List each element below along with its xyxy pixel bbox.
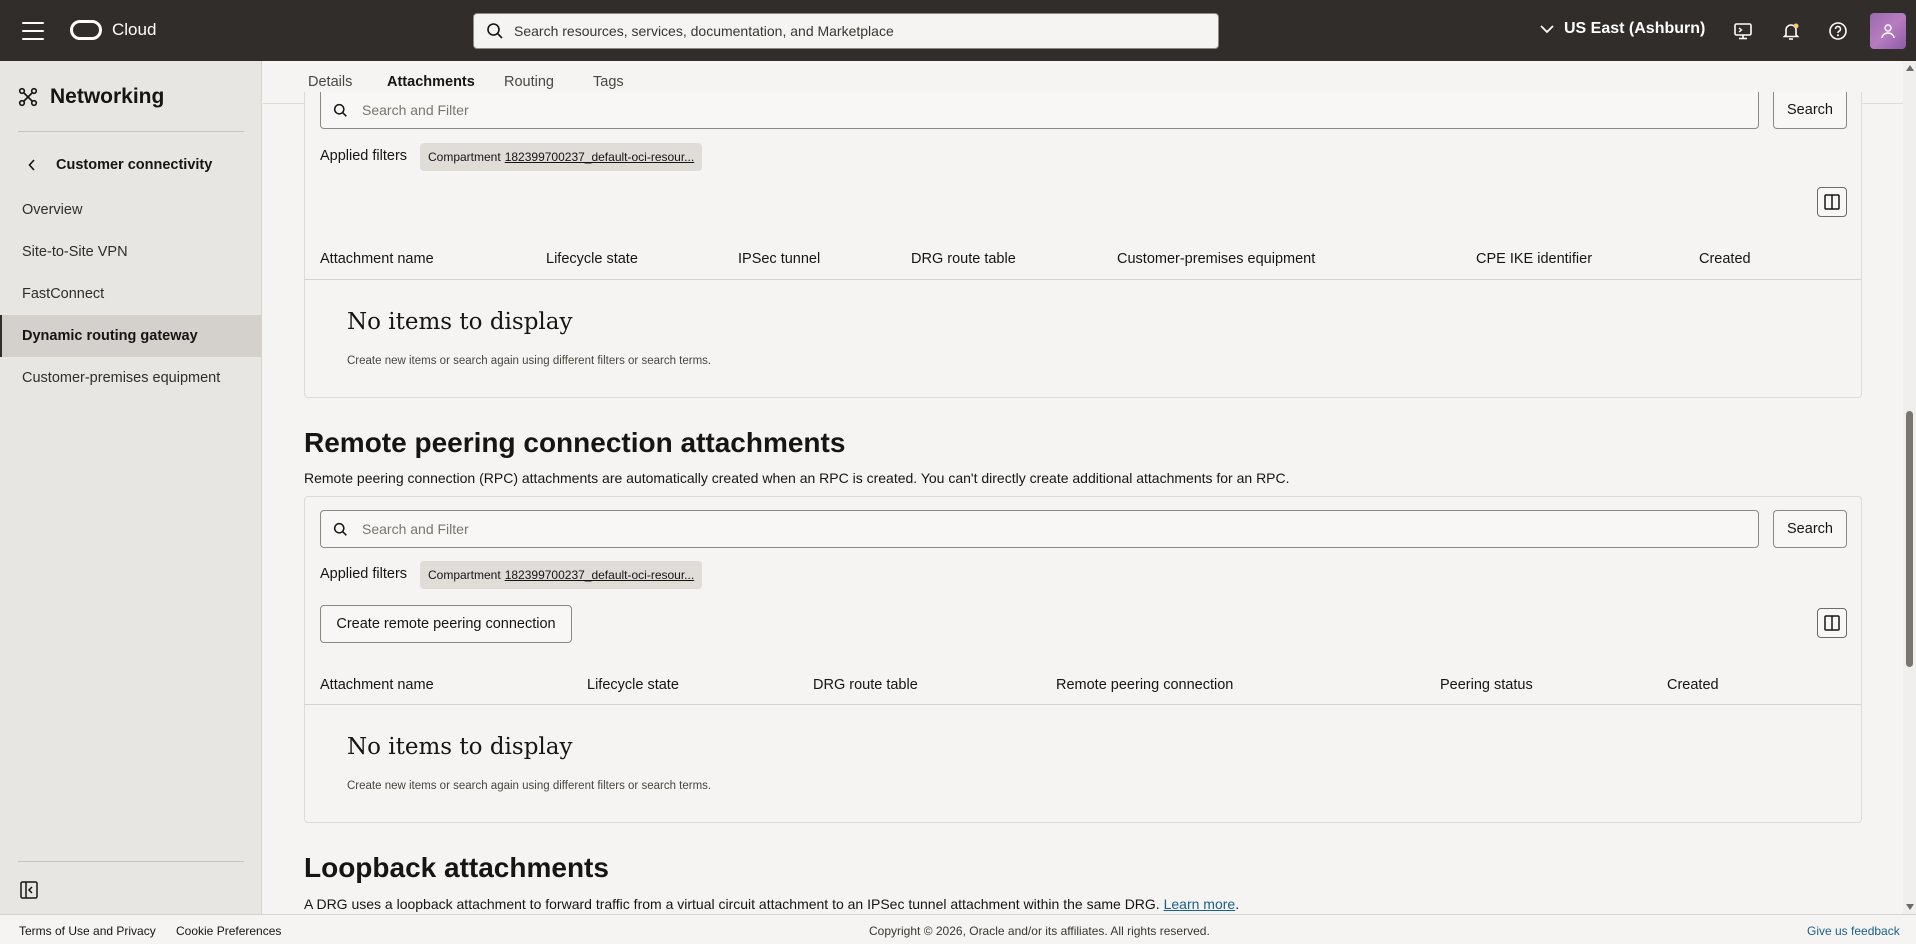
sidebar-item-site-to-site-vpn[interactable]: Site-to-Site VPN [0, 231, 261, 273]
chevron-down-icon [1540, 25, 1554, 34]
column-header[interactable]: IPSec tunnel [738, 251, 820, 267]
column-settings-button[interactable] [1817, 187, 1847, 217]
chip-label: Compartment [428, 568, 501, 582]
columns-icon [1824, 615, 1840, 631]
compartment-filter-chip[interactable]: Compartment 182399700237_default-oci-res… [420, 143, 703, 171]
column-header[interactable]: Created [1699, 251, 1751, 267]
footer: Terms of Use and Privacy Cookie Preferen… [0, 914, 1916, 944]
networking-icon [18, 87, 38, 107]
empty-state-title: No items to display [347, 734, 573, 760]
cookie-preferences-link[interactable]: Cookie Preferences [176, 924, 281, 938]
scrollbar-thumb[interactable] [1906, 411, 1913, 667]
sidebar-item-label: FastConnect [22, 286, 105, 302]
column-header[interactable]: Attachment name [320, 251, 434, 267]
back-to-customer-connectivity[interactable]: Customer connectivity [28, 157, 212, 173]
back-label: Customer connectivity [56, 157, 213, 173]
sidebar-item-fastconnect[interactable]: FastConnect [0, 273, 261, 315]
terms-link[interactable]: Terms of Use and Privacy [19, 924, 156, 938]
page-scrollbar[interactable] [1903, 61, 1916, 914]
brand-label: Cloud [112, 20, 157, 39]
column-header[interactable]: Lifecycle state [587, 677, 679, 693]
user-avatar[interactable] [1870, 13, 1906, 49]
column-header[interactable]: Peering status [1440, 677, 1533, 693]
region-label: US East (Ashburn) [1564, 20, 1706, 37]
global-search-input[interactable] [514, 23, 1194, 39]
sidebar-item-label: Dynamic routing gateway [22, 328, 198, 344]
column-header[interactable]: Created [1667, 677, 1719, 693]
global-search[interactable] [473, 13, 1219, 49]
ipsec-filter-input[interactable] [362, 102, 1742, 118]
tab-tags[interactable]: Tags [593, 74, 624, 90]
applied-filters-label: Applied filters [320, 148, 408, 164]
sidebar-title-label: Networking [50, 85, 165, 108]
rpc-section-title: Remote peering connection attachments [304, 427, 846, 458]
table-header-divider [305, 279, 1861, 280]
sidebar-item-label: Customer-premises equipment [22, 370, 221, 386]
rpc-filter-input[interactable] [362, 521, 1742, 537]
hamburger-menu-icon[interactable] [22, 22, 44, 40]
tab-routing[interactable]: Routing [504, 74, 554, 90]
sidebar-item-label: Site-to-Site VPN [22, 244, 128, 260]
tab-attachments[interactable]: Attachments [387, 74, 475, 103]
cloud-shell-icon[interactable] [1732, 20, 1754, 42]
sidebar-item-customer-premises-equipment[interactable]: Customer-premises equipment [0, 357, 261, 399]
column-header[interactable]: Remote peering connection [1056, 677, 1233, 693]
column-header[interactable]: Customer-premises equipment [1117, 251, 1315, 267]
column-header[interactable]: Lifecycle state [546, 251, 638, 267]
sidebar-item-label: Overview [22, 202, 83, 218]
scroll-up-arrow-icon[interactable] [1906, 65, 1914, 71]
column-header[interactable]: Attachment name [320, 677, 434, 693]
copyright: Copyright © 2026, Oracle and/or its affi… [869, 924, 1210, 938]
columns-icon [1824, 194, 1840, 210]
chip-value-link[interactable]: 182399700237_default-oci-resour... [505, 568, 694, 582]
oracle-cloud-logo[interactable]: Cloud [70, 20, 156, 40]
give-feedback-link[interactable]: Give us feedback [1807, 924, 1900, 938]
table-header-divider [305, 704, 1861, 705]
sidebar-item-overview[interactable]: Overview [0, 189, 261, 231]
chip-value-link[interactable]: 182399700237_default-oci-resour... [505, 150, 694, 164]
search-icon [487, 23, 503, 39]
sidebar-title: Networking [18, 85, 164, 109]
column-settings-button[interactable] [1817, 608, 1847, 638]
rpc-filter[interactable] [320, 510, 1759, 548]
chip-label: Compartment [428, 150, 501, 164]
oracle-logo-icon [70, 20, 102, 40]
period: . [1235, 896, 1240, 912]
create-remote-peering-connection-button[interactable]: Create remote peering connection [320, 605, 572, 643]
collapse-sidebar-icon[interactable] [20, 881, 38, 904]
notifications-bell-icon[interactable] [1780, 20, 1802, 42]
help-icon[interactable] [1827, 20, 1849, 42]
top-bar: Cloud US East (Ashburn) [0, 0, 1916, 61]
sidebar: Networking Customer connectivity Overvie… [0, 61, 262, 914]
search-icon [333, 103, 347, 117]
loopback-section-description: A DRG uses a loopback attachment to forw… [304, 896, 1239, 912]
rpc-section-description: Remote peering connection (RPC) attachme… [304, 470, 1290, 486]
tab-details[interactable]: Details [308, 74, 352, 90]
column-header[interactable]: DRG route table [911, 251, 1016, 267]
ipsec-filter[interactable] [320, 92, 1759, 129]
loopback-section-title: Loopback attachments [304, 852, 609, 883]
column-header[interactable]: CPE IKE identifier [1476, 251, 1592, 267]
learn-more-link[interactable]: Learn more [1164, 896, 1236, 912]
sidebar-item-dynamic-routing-gateway[interactable]: Dynamic routing gateway [0, 315, 261, 357]
rpc-search-button[interactable]: Search [1773, 510, 1847, 548]
scroll-down-arrow-icon[interactable] [1906, 904, 1914, 910]
compartment-filter-chip[interactable]: Compartment 182399700237_default-oci-res… [420, 561, 703, 589]
user-icon [1881, 24, 1895, 39]
region-selector[interactable]: US East (Ashburn) [1540, 20, 1705, 38]
search-icon [333, 522, 347, 536]
column-header[interactable]: DRG route table [813, 677, 918, 693]
empty-state-subtitle: Create new items or search again using d… [347, 780, 712, 792]
chevron-left-icon [28, 159, 35, 171]
sidebar-divider [18, 861, 244, 862]
sidebar-divider [18, 131, 244, 132]
ipsec-attachments-panel [304, 92, 1862, 398]
empty-state-subtitle: Create new items or search again using d… [347, 355, 712, 367]
empty-state-title: No items to display [347, 309, 573, 335]
loopback-description-text: A DRG uses a loopback attachment to forw… [304, 896, 1160, 912]
applied-filters-label: Applied filters [320, 566, 408, 582]
ipsec-search-button[interactable]: Search [1773, 92, 1847, 129]
